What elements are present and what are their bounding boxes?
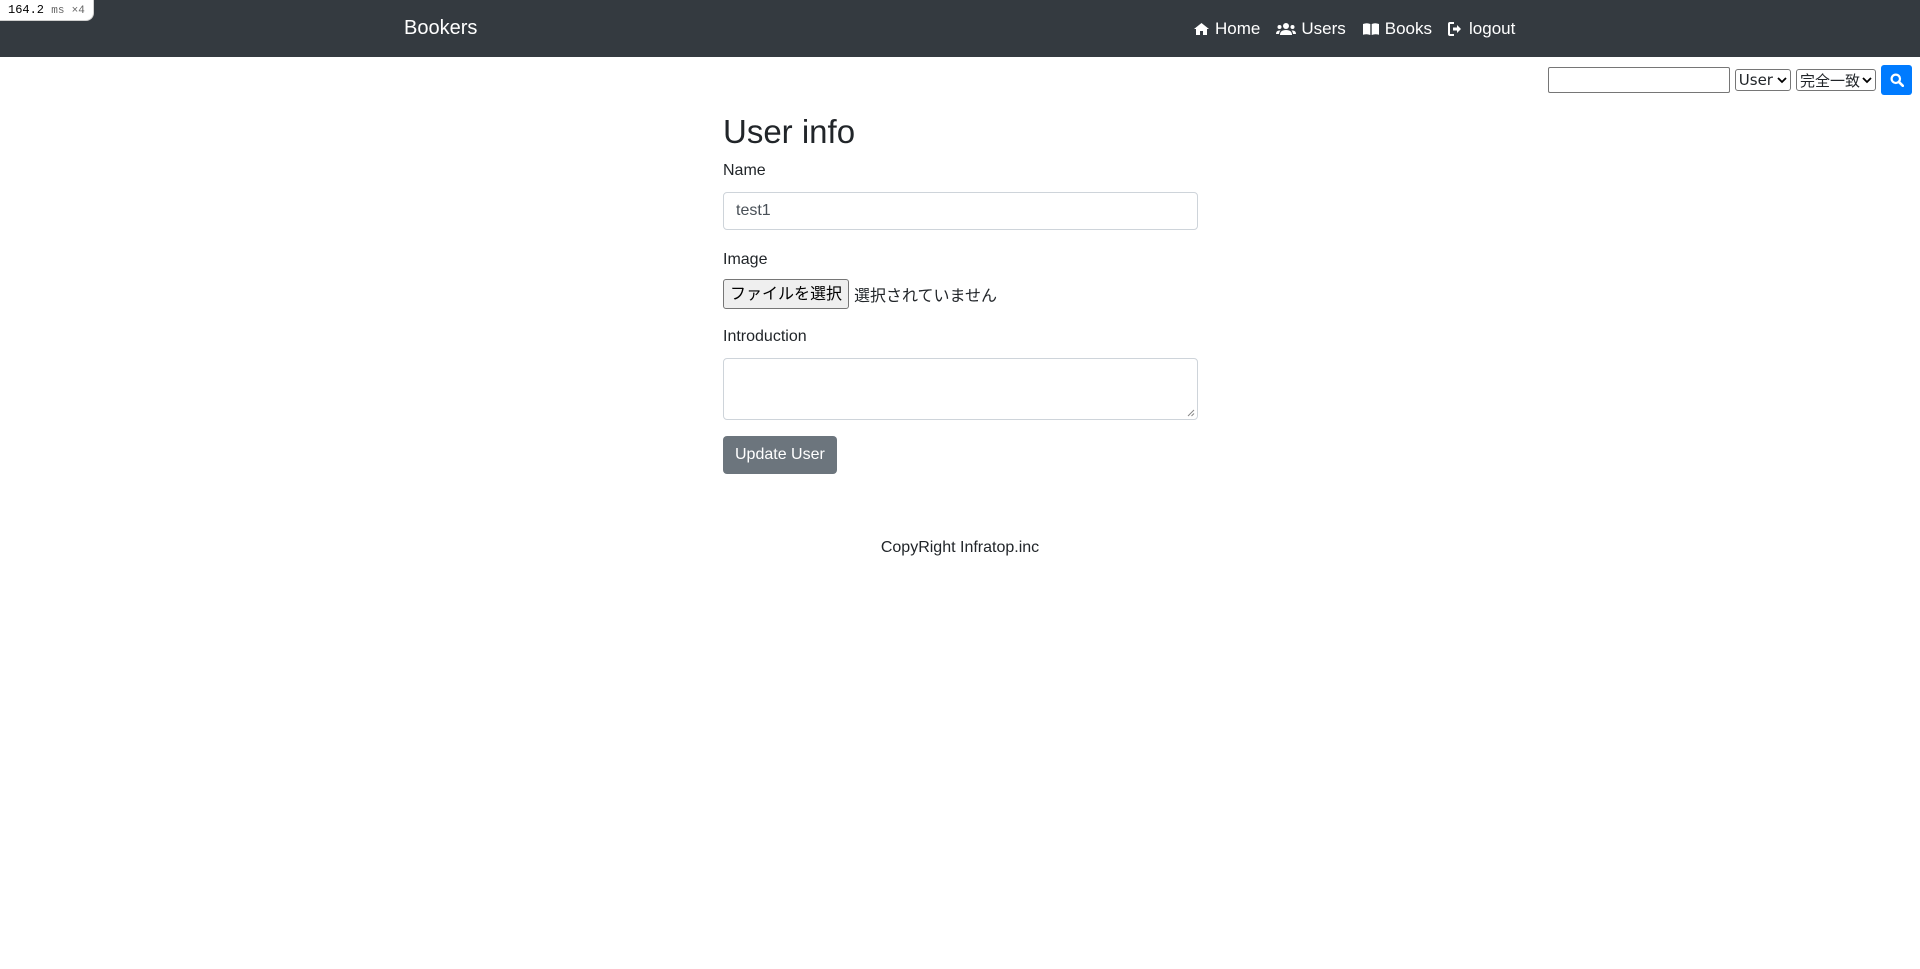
search-bar: User 完全一致 [1547,65,1912,95]
introduction-textarea[interactable] [723,358,1198,420]
nav-link-home-label: Home [1215,18,1261,38]
chevron-down-icon [1862,76,1872,83]
search-button[interactable] [1881,65,1912,95]
perf-unit: ms [51,5,65,17]
choose-file-button[interactable]: ファイルを選択 [723,279,850,309]
image-file-field: ファイルを選択 選択されていません [723,279,1198,309]
footer-copyright: CopyRight Infratop.inc [880,539,1040,556]
update-user-button[interactable]: Update User [723,436,837,474]
chevron-down-icon [1777,76,1787,83]
search-method-select-value: 完全一致 [1799,71,1860,90]
home-icon [1194,22,1209,35]
nav-link-home[interactable]: Home [1193,19,1260,39]
sign-out-icon [1448,21,1462,36]
name-field[interactable]: test1 [723,192,1198,230]
nav-link-logout[interactable]: logout [1448,19,1515,39]
perf-value: 164.2 [8,3,45,17]
search-input[interactable] [1547,67,1730,93]
book-open-icon [1362,22,1379,35]
nav-link-users[interactable]: Users [1276,18,1346,39]
nav-link-users-label: Users [1301,18,1346,38]
name-label: Name [723,162,766,179]
search-model-select-value: User [1738,71,1773,89]
search-icon [1890,73,1904,87]
performance-badge: 164.2 ms ×4 [0,0,94,21]
nav-links: Home Users Books logout [1193,0,1531,57]
nav-link-logout-label: logout [1469,18,1516,38]
submit-row: Update User [723,436,1198,474]
nav-link-books-label: Books [1384,18,1433,38]
footer: CopyRight Infratop.inc [0,537,1920,559]
nav-link-books[interactable]: Books [1362,19,1432,39]
resize-grip-icon[interactable] [1187,409,1195,417]
top-navbar: Bookers Home Users Books logout [0,0,1920,57]
user-edit-form: User info Name test1 Image ファイルを選択 選択されて… [723,110,1198,474]
search-method-select[interactable]: 完全一致 [1795,69,1876,91]
name-input[interactable]: test1 [723,192,1198,230]
brand-link[interactable]: Bookers [404,0,477,57]
perf-multiplier: ×4 [71,5,85,17]
image-label: Image [723,251,768,268]
page-title: User info [723,113,856,150]
users-icon [1276,22,1297,35]
introduction-label: Introduction [723,328,807,345]
search-model-select[interactable]: User [1734,69,1791,91]
file-status-text: 選択されていません [854,286,998,305]
